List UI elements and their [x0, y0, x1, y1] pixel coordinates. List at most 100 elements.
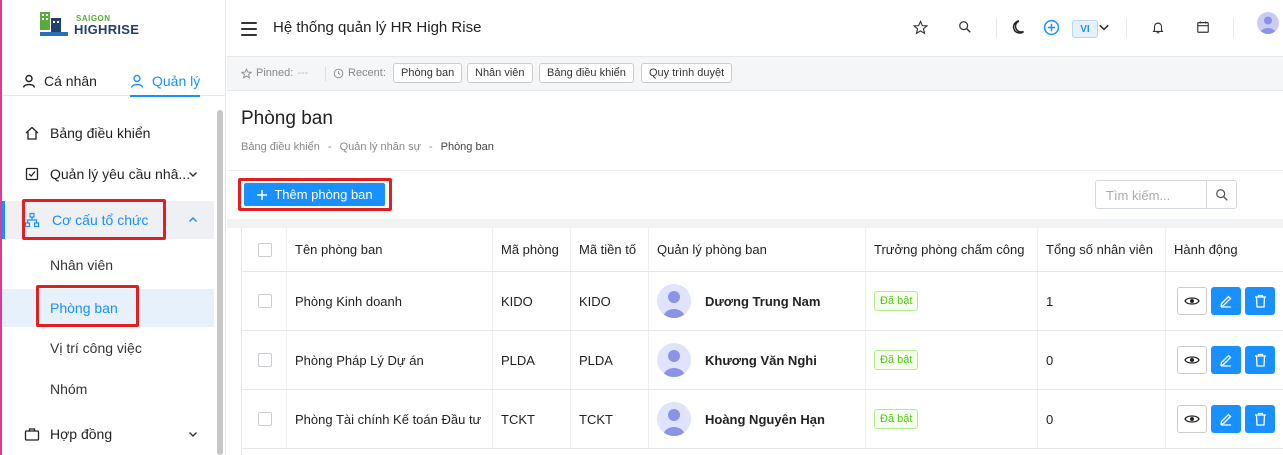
row-select-cell: [242, 390, 287, 448]
select-all-checkbox[interactable]: [258, 242, 272, 257]
row-checkbox[interactable]: [258, 353, 272, 367]
briefcase-icon: [24, 428, 40, 441]
department-name: Phòng Tài chính Kế toán Đầu tư: [287, 390, 493, 448]
add-department-button[interactable]: Thêm phòng ban: [244, 183, 385, 206]
add-circle-icon[interactable]: [1042, 18, 1060, 36]
star-icon: [241, 67, 252, 79]
column-header: Hành động: [1174, 242, 1238, 257]
table-row[interactable]: Phòng Tài chính Kế toán Đầu tư TCKT TCKT…: [242, 390, 1283, 449]
sidebar-subitem-label: Phòng ban: [50, 300, 118, 316]
edit-button[interactable]: [1211, 287, 1241, 315]
sidebar-item-requests[interactable]: Quản lý yêu cầu nhâ...: [2, 155, 214, 193]
department-code: TCKT: [493, 390, 571, 448]
column-header: Mã phòng: [493, 228, 571, 271]
home-icon: [25, 126, 39, 140]
pencil-icon: [1220, 413, 1232, 426]
recent-chip[interactable]: Phòng ban: [393, 63, 463, 83]
row-select-cell: [242, 272, 287, 330]
sidebar-subitem-label: Vị trí công việc: [50, 340, 142, 356]
employee-count: 1: [1038, 272, 1166, 330]
sidebar-subitem-positions[interactable]: Vị trí công việc: [2, 329, 214, 367]
breadcrumb-current: Phòng ban: [440, 141, 494, 153]
sidebar-subitem-departments[interactable]: Phòng ban: [2, 289, 214, 327]
header-divider: [1126, 18, 1127, 38]
logo-icon: [40, 12, 68, 36]
tab-manage[interactable]: Quản lý: [130, 66, 201, 97]
calendar-icon[interactable]: [1194, 18, 1212, 36]
view-button[interactable]: [1177, 405, 1207, 433]
sidebar-item-contracts[interactable]: Hợp đồng: [2, 415, 214, 453]
app-title: Hệ thống quản lý HR High Rise: [273, 19, 482, 36]
user-avatar[interactable]: [1257, 12, 1279, 34]
pinned-value: ---: [297, 67, 309, 79]
org-chart-icon: [24, 212, 40, 228]
eye-icon: [1184, 415, 1200, 423]
view-button[interactable]: [1177, 287, 1207, 315]
employee-count: 0: [1038, 331, 1166, 389]
star-icon[interactable]: [911, 18, 929, 36]
sidebar-item-label: Cơ cấu tổ chức: [52, 212, 149, 228]
bell-icon[interactable]: [1149, 18, 1167, 36]
sidebar-item-org-structure[interactable]: Cơ cấu tổ chức: [2, 201, 214, 239]
tab-personal[interactable]: Cá nhân: [22, 66, 97, 96]
row-checkbox[interactable]: [258, 412, 272, 426]
clock-icon: [333, 68, 344, 78]
table-row[interactable]: Phòng Kinh doanh KIDO KIDO Dương Trung N…: [242, 272, 1283, 331]
sidebar-subitem-groups[interactable]: Nhóm: [2, 370, 214, 408]
pencil-icon: [1220, 354, 1232, 367]
sidebar-tabs: Cá nhân Quản lý: [2, 56, 226, 97]
sidebar-item-dashboard[interactable]: Bảng điều khiển: [2, 114, 214, 152]
sidebar-subitem-employees[interactable]: Nhân viên: [2, 246, 214, 284]
column-header: Trưởng phòng chấm công: [866, 228, 1038, 271]
table-header-row: Tên phòng ban Mã phòng Mã tiền tố Quản l…: [242, 228, 1283, 272]
actions-cell: [1166, 272, 1283, 330]
search-icon[interactable]: [956, 18, 974, 36]
chevron-down-icon[interactable]: [1095, 18, 1113, 36]
search-box[interactable]: Tìm kiếm...: [1095, 180, 1237, 209]
attendance-cell: Đã bật: [866, 272, 1038, 330]
sidebar-item-label: Quản lý yêu cầu nhâ...: [50, 166, 191, 182]
delete-button[interactable]: [1245, 287, 1275, 315]
edit-button[interactable]: [1211, 405, 1241, 433]
breadcrumb-item[interactable]: Bảng điều khiển: [241, 141, 320, 153]
status-badge: Đã bật: [874, 350, 919, 370]
add-department-label: Thêm phòng ban: [274, 187, 373, 202]
recent-chip[interactable]: Bảng điều khiển: [539, 63, 634, 83]
recent-chip[interactable]: Nhân viên: [467, 63, 533, 83]
avatar: [657, 343, 691, 377]
department-code: PLDA: [493, 331, 571, 389]
recent-label: Recent:: [348, 67, 386, 79]
view-button[interactable]: [1177, 346, 1207, 374]
recent-chip[interactable]: Quy trình duyệt: [641, 63, 733, 83]
attendance-cell: Đã bật: [866, 390, 1038, 448]
delete-button[interactable]: [1245, 405, 1275, 433]
search-input[interactable]: Tìm kiếm...: [1106, 188, 1170, 203]
eye-icon: [1184, 297, 1200, 305]
table-row-partial: [242, 449, 1283, 455]
chevron-down-icon: [189, 432, 197, 437]
menu-toggle-icon[interactable]: [241, 22, 257, 36]
dark-mode-icon[interactable]: [1011, 18, 1029, 36]
department-name: Phòng Kinh doanh: [287, 272, 493, 330]
search-button[interactable]: [1206, 181, 1236, 208]
eye-icon: [1184, 356, 1200, 364]
breadcrumb-separator: -: [428, 141, 433, 153]
breadcrumb-item[interactable]: Quản lý nhân sự: [340, 141, 421, 153]
actions-cell: [1166, 390, 1283, 448]
manager-name: Hoàng Nguyên Hạn: [705, 411, 825, 427]
chevron-up-icon: [189, 217, 197, 222]
department-prefix: PLDA: [571, 331, 649, 389]
department-prefix: TCKT: [571, 390, 649, 448]
sidebar-scrollbar[interactable]: [217, 110, 223, 455]
table-row[interactable]: Phòng Pháp Lý Dự án PLDA PLDA Khương Văn…: [242, 331, 1283, 390]
pinned-label: Pinned:: [256, 67, 294, 79]
delete-button[interactable]: [1245, 346, 1275, 374]
brand-logo[interactable]: SAIGON HIGHRISE: [38, 8, 154, 40]
department-code: KIDO: [493, 272, 571, 330]
avatar: [657, 402, 691, 436]
brand-main-text: HIGHRISE: [74, 22, 140, 37]
manager-cell: Dương Trung Nam: [649, 272, 866, 330]
manager-cell: Khương Văn Nghi: [649, 331, 866, 389]
row-checkbox[interactable]: [258, 294, 272, 308]
edit-button[interactable]: [1211, 346, 1241, 374]
